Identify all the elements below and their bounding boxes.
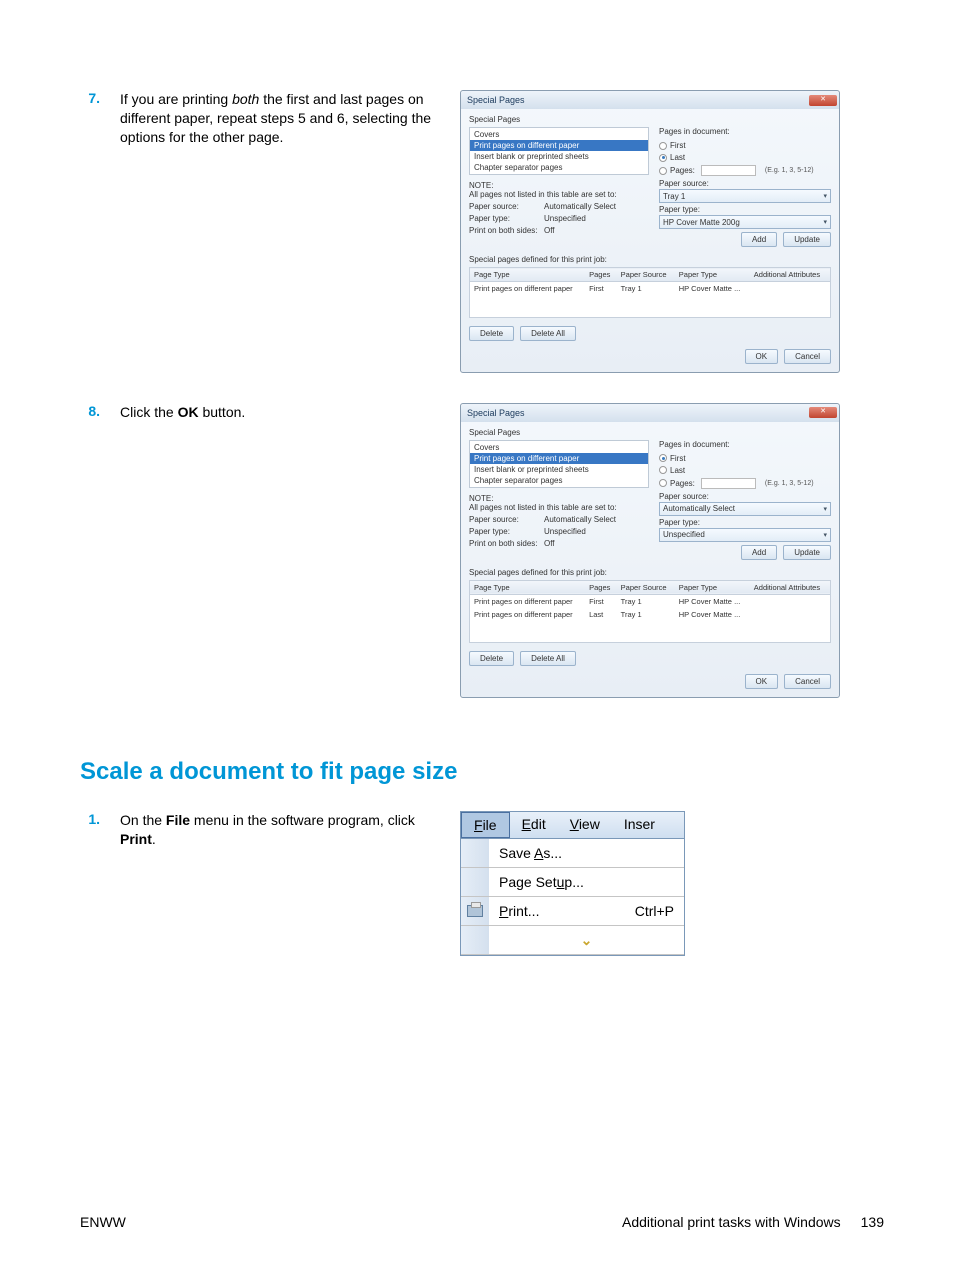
menu-expand[interactable]: ⌄ (461, 926, 684, 955)
list-item-print-pages[interactable]: Print pages on different paper (470, 453, 648, 464)
add-button[interactable]: Add (741, 545, 777, 560)
radio-first[interactable]: First (659, 454, 831, 463)
list-item-chapter-sep[interactable]: Chapter separator pages (470, 475, 648, 486)
list-item-print-pages[interactable]: Print pages on different paper (470, 140, 648, 151)
special-pages-list[interactable]: Covers Print pages on different paper In… (469, 127, 649, 175)
menu-item-page-setup[interactable]: Page Setup... (461, 868, 684, 897)
step-number: 7. (80, 90, 120, 106)
update-button[interactable]: Update (783, 545, 831, 560)
list-item-insert-blank[interactable]: Insert blank or preprinted sheets (470, 151, 648, 162)
dialog-titlebar: Special Pages ✕ (461, 91, 839, 109)
chevron-down-icon: ▾ (823, 531, 827, 539)
step-screenshot: File Edit View Inser Save As... Page Set… (450, 811, 884, 956)
note-text: All pages not listed in this table are s… (469, 503, 649, 512)
table-row[interactable]: Print pages on different paper First Tra… (470, 594, 831, 608)
menu-edit[interactable]: Edit (510, 812, 558, 838)
page-number: 139 (861, 1214, 884, 1230)
menu-item-print[interactable]: Print...Ctrl+P (461, 897, 684, 926)
radio-last[interactable]: Last (659, 466, 831, 475)
page-footer: ENWW Additional print tasks with Windows… (80, 1214, 884, 1230)
dialog-titlebar: Special Pages ✕ (461, 404, 839, 422)
close-icon[interactable]: ✕ (809, 95, 837, 106)
pages-input[interactable] (701, 165, 756, 176)
special-pages-table: Page Type Pages Paper Source Paper Type … (469, 580, 831, 644)
menu-item-save-as[interactable]: Save As... (461, 839, 684, 868)
chevron-down-icon: ▾ (823, 218, 827, 226)
step-screenshot: Special Pages ✕ Special Pages Covers Pri… (450, 90, 884, 373)
list-item-covers[interactable]: Covers (470, 442, 648, 453)
step-number: 8. (80, 403, 120, 419)
special-pages-list[interactable]: Covers Print pages on different paper In… (469, 440, 649, 488)
note-text: All pages not listed in this table are s… (469, 190, 649, 199)
table-row[interactable]: Print pages on different paper Last Tray… (470, 608, 831, 621)
cancel-button[interactable]: Cancel (784, 349, 831, 364)
step-1: 1. On the File menu in the software prog… (80, 811, 884, 956)
footer-left: ENWW (80, 1214, 126, 1230)
step-number: 1. (80, 811, 120, 827)
menu-file[interactable]: File (461, 812, 510, 838)
radio-first[interactable]: First (659, 141, 831, 150)
chevron-down-icon: ▾ (823, 505, 827, 513)
defined-label: Special pages defined for this print job… (469, 568, 831, 577)
paper-source-select[interactable]: Tray 1▾ (659, 189, 831, 203)
step-text: Click the OK button. (120, 403, 450, 422)
group-label: Special Pages (469, 115, 831, 124)
step-7: 7. If you are printing both the first an… (80, 90, 884, 373)
special-pages-dialog-1: Special Pages ✕ Special Pages Covers Pri… (460, 90, 840, 373)
step-screenshot: Special Pages ✕ Special Pages Covers Pri… (450, 403, 884, 699)
dialog-title: Special Pages (467, 95, 525, 105)
ok-button[interactable]: OK (745, 674, 779, 689)
delete-button[interactable]: Delete (469, 651, 514, 666)
delete-button[interactable]: Delete (469, 326, 514, 341)
special-pages-table: Page Type Pages Paper Source Paper Type … (469, 267, 831, 318)
delete-all-button[interactable]: Delete All (520, 326, 576, 341)
printer-icon (467, 905, 483, 917)
chevron-down-icon: ⌄ (581, 932, 593, 949)
section-heading: Scale a document to fit page size (80, 758, 884, 786)
dialog-title: Special Pages (467, 408, 525, 418)
defined-label: Special pages defined for this print job… (469, 255, 831, 264)
pages-input[interactable] (701, 478, 756, 489)
note-label: NOTE: (469, 181, 649, 190)
special-pages-dialog-2: Special Pages ✕ Special Pages Covers Pri… (460, 403, 840, 699)
group-label: Special Pages (469, 428, 831, 437)
pages-in-doc-label: Pages in document: (659, 440, 831, 449)
file-menu: File Edit View Inser Save As... Page Set… (460, 811, 685, 956)
paper-type-select[interactable]: Unspecified▾ (659, 528, 831, 542)
note-label: NOTE: (469, 494, 649, 503)
cancel-button[interactable]: Cancel (784, 674, 831, 689)
list-item-insert-blank[interactable]: Insert blank or preprinted sheets (470, 464, 648, 475)
radio-pages[interactable]: Pages:(E.g. 1, 3, 5-12) (659, 478, 831, 489)
step-text: If you are printing both the first and l… (120, 90, 450, 147)
add-button[interactable]: Add (741, 232, 777, 247)
delete-all-button[interactable]: Delete All (520, 651, 576, 666)
chevron-down-icon: ▾ (823, 192, 827, 200)
paper-type-select[interactable]: HP Cover Matte 200g▾ (659, 215, 831, 229)
radio-last[interactable]: Last (659, 153, 831, 162)
menu-view[interactable]: View (558, 812, 612, 838)
list-item-chapter-sep[interactable]: Chapter separator pages (470, 162, 648, 173)
table-row[interactable]: Print pages on different paper First Tra… (470, 282, 831, 296)
close-icon[interactable]: ✕ (809, 407, 837, 418)
paper-source-select[interactable]: Automatically Select▾ (659, 502, 831, 516)
step-text: On the File menu in the software program… (120, 811, 450, 849)
list-item-covers[interactable]: Covers (470, 129, 648, 140)
radio-pages[interactable]: Pages:(E.g. 1, 3, 5-12) (659, 165, 831, 176)
ok-button[interactable]: OK (745, 349, 779, 364)
step-8: 8. Click the OK button. Special Pages ✕ … (80, 403, 884, 699)
menu-insert[interactable]: Inser (612, 812, 667, 838)
footer-section: Additional print tasks with Windows (622, 1214, 841, 1230)
pages-in-doc-label: Pages in document: (659, 127, 831, 136)
update-button[interactable]: Update (783, 232, 831, 247)
